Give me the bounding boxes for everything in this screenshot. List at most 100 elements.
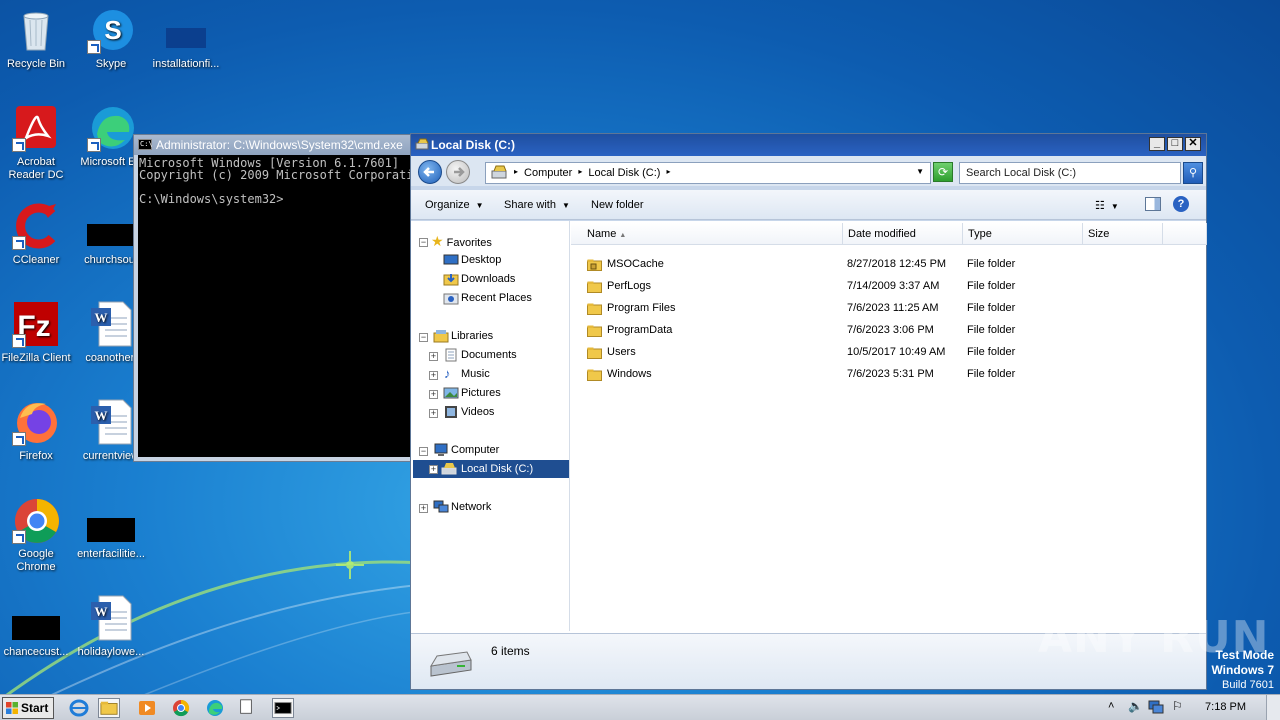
column-header-size[interactable]: Size <box>1083 223 1163 245</box>
maximize-button[interactable]: □ <box>1167 137 1183 151</box>
nav-desktop[interactable]: Desktop <box>441 251 501 269</box>
nav-music[interactable]: ♪ Music <box>441 365 490 383</box>
chrome-taskbar-icon[interactable] <box>170 698 192 718</box>
nav-pictures[interactable]: Pictures <box>441 384 501 402</box>
volume-icon[interactable]: 🔈 <box>1128 699 1143 713</box>
column-header-date[interactable]: Date modified <box>843 223 963 245</box>
desktop-icon-label: Recycle Bin <box>6 58 66 70</box>
search-input[interactable]: Search Local Disk (C:) <box>959 162 1181 184</box>
expand-icon[interactable]: + <box>429 371 438 380</box>
address-box[interactable]: ▸ Computer ▸ Local Disk (C:) ▸ ▼ <box>485 162 931 184</box>
file-row-windows[interactable]: Windows 7/6/2023 5:31 PM File folder <box>571 365 1207 385</box>
view-options-icon[interactable]: ☷ ▼ <box>1095 199 1119 212</box>
file-row-perflogs[interactable]: PerfLogs 7/14/2009 3:37 AM File folder <box>571 277 1207 297</box>
nav-recent-places[interactable]: Recent Places <box>441 289 532 307</box>
nav-documents[interactable]: Documents <box>441 346 517 364</box>
expand-icon[interactable]: + <box>429 352 438 361</box>
desktop-icon-google-chrome[interactable]: Google Chrome <box>0 496 74 574</box>
expand-icon[interactable]: + <box>429 465 438 474</box>
desktop-icon-firefox[interactable]: Firefox <box>0 398 74 463</box>
media-player-icon[interactable] <box>136 698 158 718</box>
file-row-program-files[interactable]: Program Files 7/6/2023 11:25 AM File folde… <box>571 299 1207 319</box>
folder-icon <box>587 303 602 315</box>
navigation-pane[interactable]: − ★ Favorites Desktop Downloads Recent P… <box>411 221 570 631</box>
search-icon[interactable]: ⚲ <box>1183 162 1203 184</box>
collapse-icon[interactable]: − <box>419 238 428 247</box>
new-folder-button[interactable]: New folder <box>591 199 644 211</box>
nav-network[interactable]: Network <box>431 498 491 516</box>
taskbar-explorer-button[interactable] <box>98 698 120 718</box>
start-button[interactable]: Start <box>2 697 54 719</box>
file-row-msocache[interactable]: MSOCache 8/27/2018 12:45 PM File folder <box>571 255 1207 275</box>
nav-libraries[interactable]: Libraries <box>431 327 493 345</box>
cell-type: File folder <box>967 258 1016 270</box>
nav-label: Music <box>461 368 490 380</box>
preview-pane-icon[interactable] <box>1145 197 1161 211</box>
column-header-type[interactable]: Type <box>963 223 1083 245</box>
column-header-name[interactable]: Name ▲ <box>571 223 843 245</box>
cmd-title-bar[interactable]: C:\ Administrator: C:\Windows\System32\c… <box>134 135 422 155</box>
redacted-file-icon <box>166 28 206 48</box>
desktop-icon-holidaylowe[interactable]: W holidaylowe... <box>73 594 149 659</box>
desktop-icon-enterfacilitie[interactable]: enterfacilitie... <box>73 496 149 561</box>
forward-button[interactable] <box>446 160 470 184</box>
breadcrumb-local-disk[interactable]: Local Disk (C:) <box>588 167 660 179</box>
cmd-console[interactable]: Microsoft Windows [Version 6.1.7601] Copy… <box>138 155 422 457</box>
close-button[interactable]: ✕ <box>1185 137 1201 151</box>
cell-date: 7/6/2023 5:31 PM <box>847 368 934 380</box>
desktop-icon-label: Skype <box>95 58 127 70</box>
action-center-flag-icon[interactable]: ⚐ <box>1172 699 1183 713</box>
drive-large-icon <box>430 651 472 677</box>
share-with-button[interactable]: Share with ▼ <box>504 199 570 211</box>
nav-local-disk[interactable]: + Local Disk (C:) <box>413 460 569 478</box>
refresh-button[interactable]: ⟳ <box>933 162 953 182</box>
redacted-file-icon <box>12 616 60 640</box>
explorer-window[interactable]: Local Disk (C:) _ □ ✕ ▸ Computer ▸ Local… <box>410 133 1207 690</box>
collapse-icon[interactable]: − <box>419 333 428 342</box>
internet-explorer-icon[interactable] <box>68 698 90 718</box>
desktop-icon-acrobat[interactable]: Acrobat Reader DC <box>0 104 74 182</box>
clock[interactable]: 7:18 PM <box>1205 701 1246 713</box>
nav-computer[interactable]: Computer <box>431 441 499 459</box>
forward-arrow-icon <box>454 167 465 177</box>
edge-taskbar-icon[interactable] <box>204 698 226 718</box>
address-dropdown-icon[interactable]: ▼ <box>916 167 924 176</box>
desktop-icon-ccleaner[interactable]: CCleaner <box>0 202 74 267</box>
desktop-icon-skype[interactable]: S Skype <box>73 6 149 71</box>
nav-videos[interactable]: Videos <box>441 403 494 421</box>
network-tray-icon[interactable] <box>1148 700 1164 714</box>
breadcrumb-computer[interactable]: Computer <box>524 167 572 179</box>
document-icon <box>240 699 252 714</box>
file-row-programdata[interactable]: ProgramData 7/6/2023 3:06 PM File folder <box>571 321 1207 341</box>
help-icon[interactable]: ? <box>1173 196 1189 212</box>
explorer-title-bar[interactable]: Local Disk (C:) _ □ ✕ <box>411 134 1206 156</box>
start-label: Start <box>21 701 49 715</box>
taskbar-notepad-button[interactable] <box>236 698 258 718</box>
file-list[interactable]: Name ▲ Date modified Type Size MSOCache 8… <box>571 221 1207 631</box>
expand-icon[interactable]: + <box>429 409 438 418</box>
redacted-file-icon <box>87 518 135 542</box>
desktop-icon-filezilla[interactable]: Fz FileZilla Client <box>0 300 74 365</box>
taskbar-cmd-button[interactable] <box>272 698 294 718</box>
expand-icon[interactable]: + <box>419 504 428 513</box>
cmd-window[interactable]: C:\ Administrator: C:\Windows\System32\c… <box>133 134 423 462</box>
back-button[interactable] <box>418 160 442 184</box>
show-hidden-icons-icon[interactable]: ˄ <box>1108 700 1114 712</box>
desktop-icon-recycle-bin[interactable]: Recycle Bin <box>0 6 74 71</box>
desktop-icon-label: enterfacilitie... <box>77 548 145 560</box>
show-desktop-button[interactable] <box>1266 695 1280 720</box>
collapse-icon[interactable]: − <box>419 447 428 456</box>
cell-name: Windows <box>607 368 652 380</box>
nav-downloads[interactable]: Downloads <box>441 270 515 288</box>
nav-favorites[interactable]: ★ Favorites <box>431 232 492 250</box>
minimize-button[interactable]: _ <box>1149 137 1165 151</box>
organize-button[interactable]: Organize ▼ <box>425 199 484 211</box>
nav-label: Favorites <box>446 237 492 249</box>
shortcut-arrow-icon <box>12 432 26 446</box>
file-row-users[interactable]: Users 10/5/2017 10:49 AM File folder <box>571 343 1207 363</box>
cell-name: PerfLogs <box>607 280 652 292</box>
desktop-icon-label: holidaylowe... <box>77 646 145 658</box>
desktop-icon-chancecust[interactable]: chancecust... <box>0 594 74 659</box>
expand-icon[interactable]: + <box>429 390 438 399</box>
desktop-icon-installationfile[interactable]: installationfi... <box>148 6 224 71</box>
